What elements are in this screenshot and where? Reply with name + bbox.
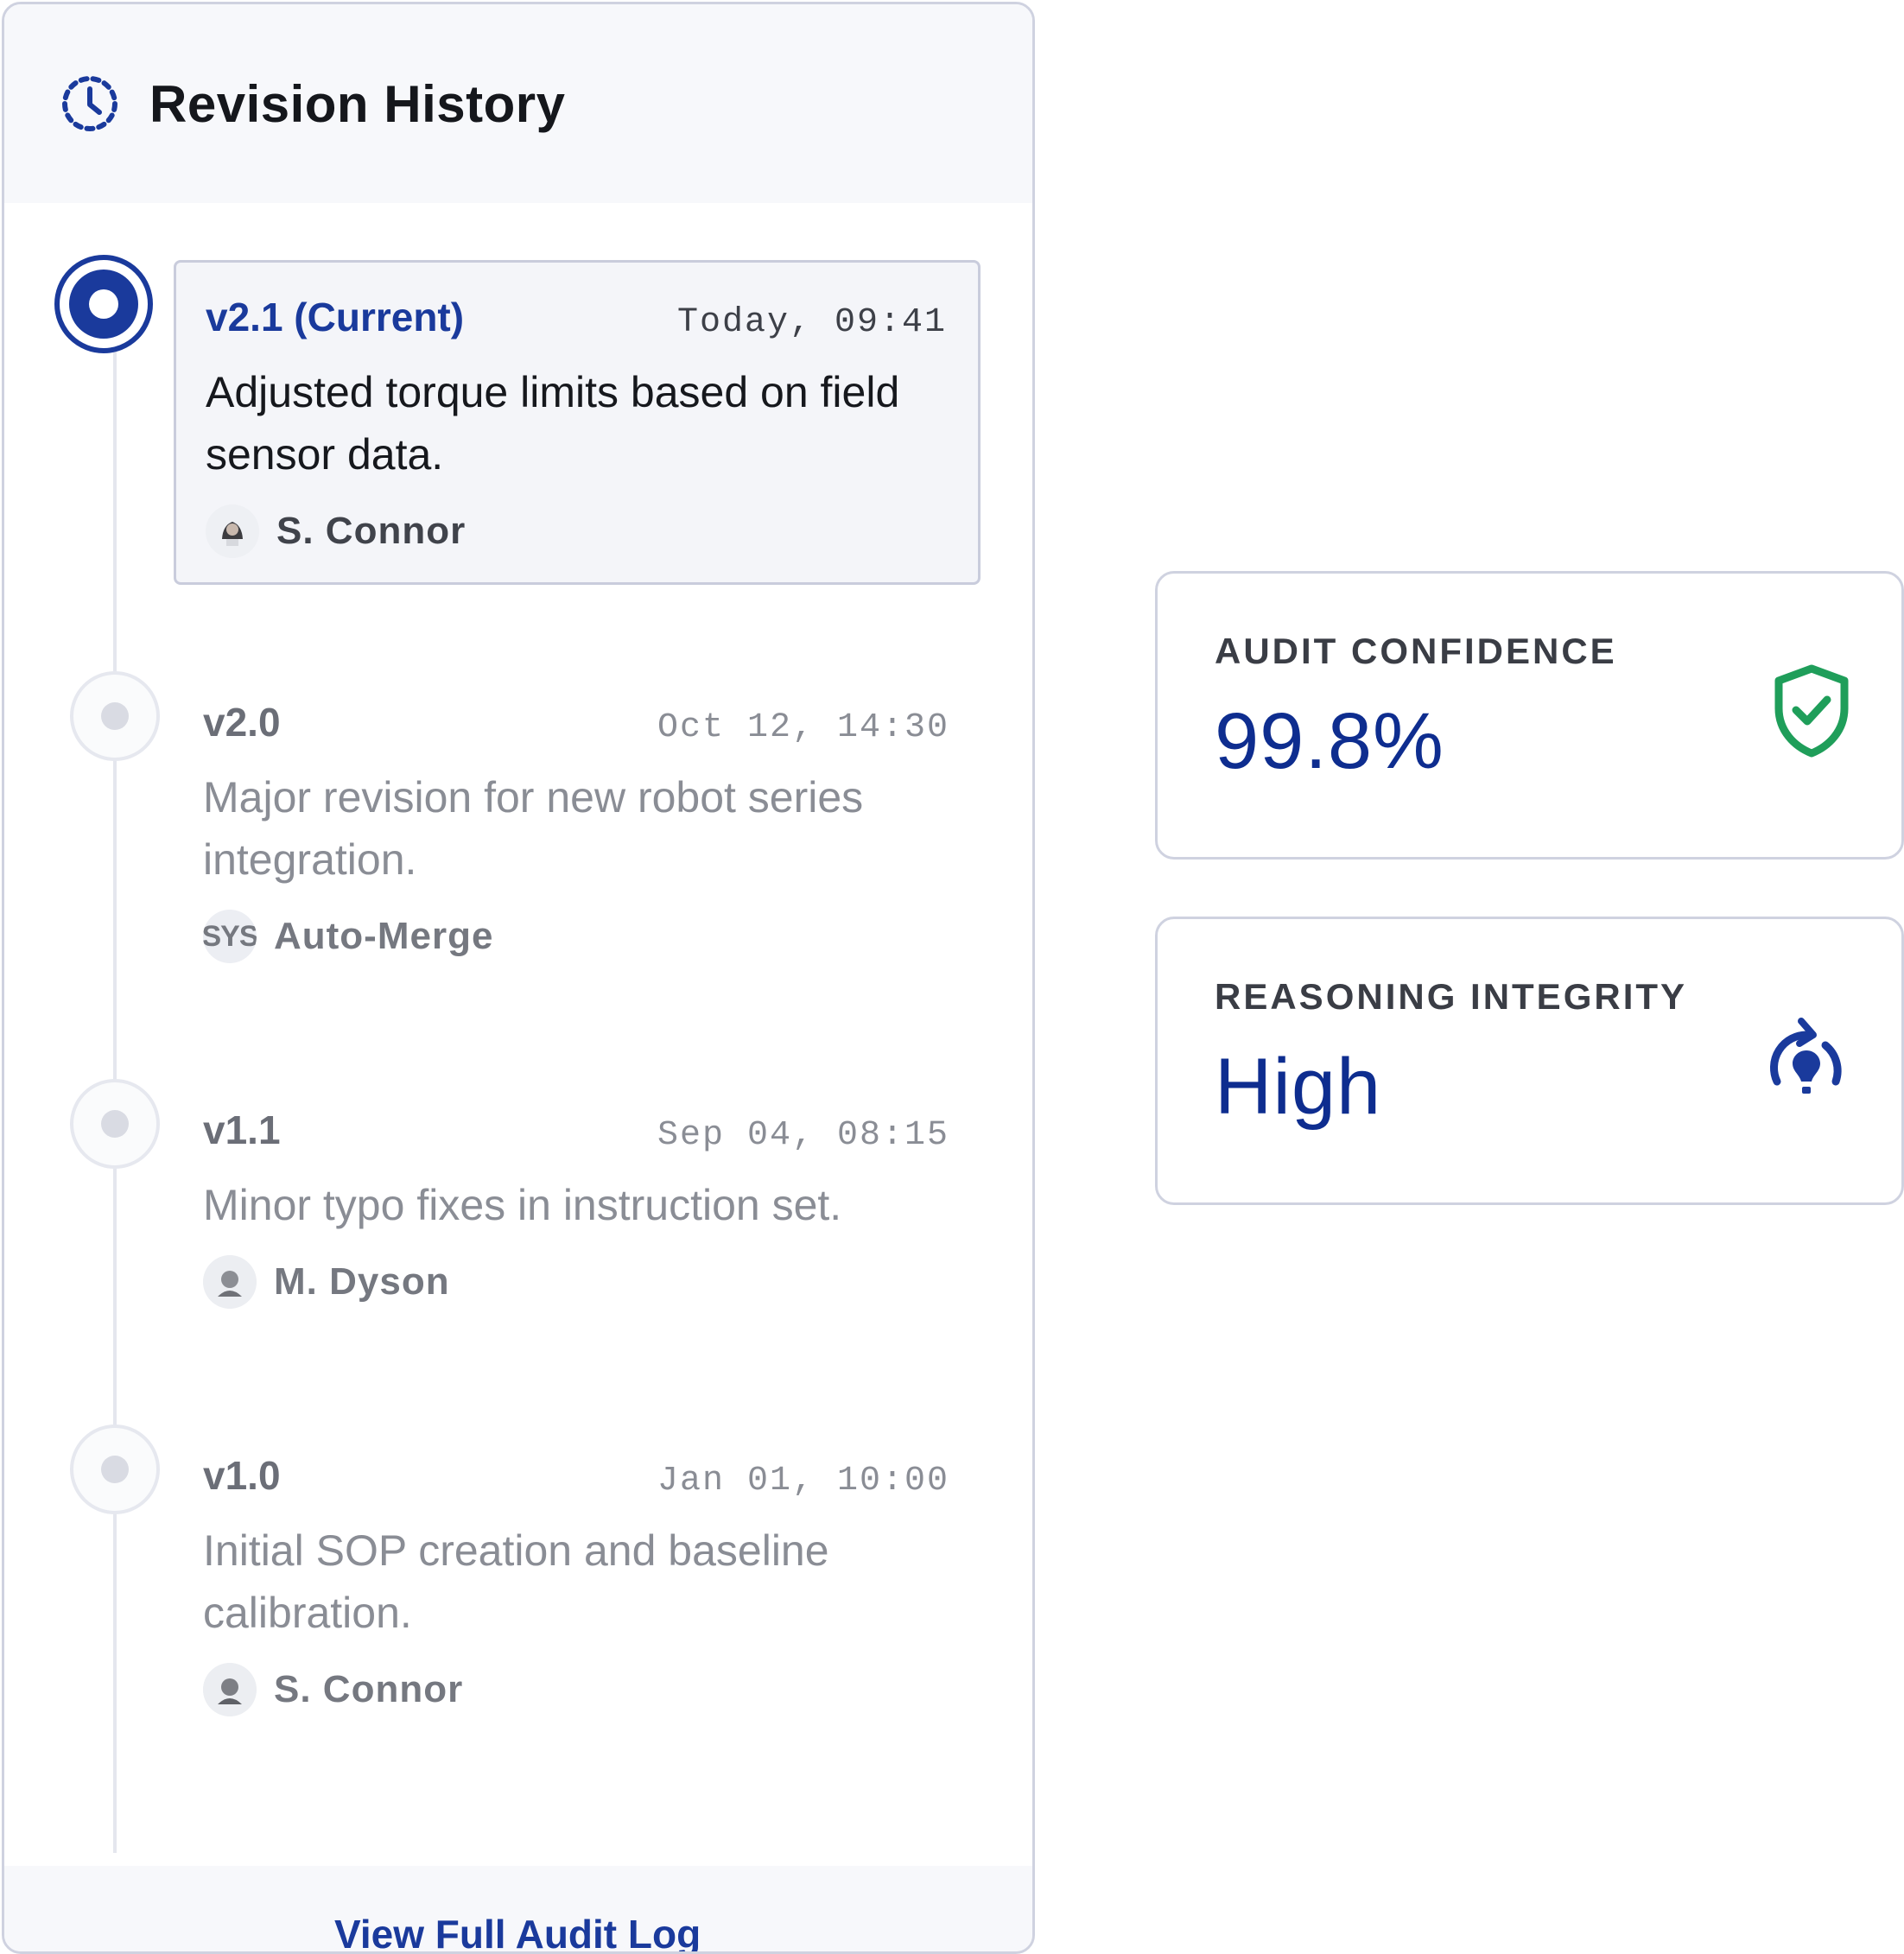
view-full-audit-link[interactable]: View Full Audit Log — [334, 1911, 701, 1951]
revision-history-panel: Revision History v2.1 (Current) Today, 0… — [2, 2, 1035, 1954]
author-name: M. Dyson — [274, 1260, 450, 1303]
panel-footer: View Full Audit Log — [4, 1866, 1032, 1951]
avatar — [206, 504, 259, 558]
revision-version: v1.0 — [203, 1453, 281, 1498]
timeline-node-current — [54, 255, 153, 353]
reasoning-bulb-icon — [1761, 1014, 1851, 1113]
revision-timestamp: Oct 12, 14:30 — [657, 708, 949, 747]
revision-timestamp: Sep 04, 08:15 — [657, 1116, 949, 1155]
revision-author: M. Dyson — [203, 1255, 949, 1309]
timeline-node — [70, 671, 160, 761]
audit-confidence-card: AUDIT CONFIDENCE 99.8% — [1155, 571, 1904, 860]
revision-entry-v2-0[interactable]: v2.0 Oct 12, 14:30 Major revision for ne… — [174, 668, 981, 993]
revision-version: v2.1 (Current) — [206, 295, 465, 339]
author-name: S. Connor — [276, 510, 466, 552]
author-name: S. Connor — [274, 1668, 464, 1710]
revision-author: SYS Auto-Merge — [203, 910, 949, 963]
revision-description: Major revision for new robot series inte… — [203, 773, 864, 884]
metric-label: AUDIT CONFIDENCE — [1215, 631, 1617, 671]
revision-description: Minor typo fixes in instruction set. — [203, 1181, 842, 1229]
revision-timestamp: Today, 09:41 — [676, 303, 947, 342]
revision-timestamp: Jan 01, 10:00 — [657, 1462, 949, 1500]
avatar — [203, 1663, 257, 1716]
timeline-node — [70, 1424, 160, 1514]
revision-description: Initial SOP creation and baseline calibr… — [203, 1526, 829, 1637]
revision-description: Adjusted torque limits based on field se… — [206, 368, 900, 479]
revision-version: v1.1 — [203, 1107, 281, 1152]
revision-entry-v1-1[interactable]: v1.1 Sep 04, 08:15 Minor typo fixes in i… — [174, 1075, 981, 1338]
panel-title: Revision History — [149, 74, 566, 133]
avatar — [203, 1255, 257, 1309]
revision-version: v2.0 — [203, 700, 281, 745]
history-clock-icon — [60, 73, 120, 134]
reasoning-integrity-card: REASONING INTEGRITY High — [1155, 917, 1904, 1205]
system-avatar: SYS — [203, 910, 257, 963]
timeline-node — [70, 1079, 160, 1169]
revision-entry-v1-0[interactable]: v1.0 Jan 01, 10:00 Initial SOP creation … — [174, 1421, 981, 1746]
timeline-line — [113, 272, 117, 1853]
metric-value: 99.8% — [1215, 697, 1444, 785]
revision-author: S. Connor — [203, 1663, 949, 1716]
metric-label: REASONING INTEGRITY — [1215, 976, 1688, 1017]
metric-value: High — [1215, 1043, 1382, 1131]
panel-header: Revision History — [4, 4, 1032, 203]
author-name: Auto-Merge — [274, 915, 494, 957]
shield-check-icon — [1772, 663, 1851, 763]
revision-entry-v2-1[interactable]: v2.1 (Current) Today, 09:41 Adjusted tor… — [174, 260, 981, 585]
revision-author: S. Connor — [206, 504, 947, 558]
revision-timeline: v2.1 (Current) Today, 09:41 Adjusted tor… — [4, 203, 1032, 1951]
